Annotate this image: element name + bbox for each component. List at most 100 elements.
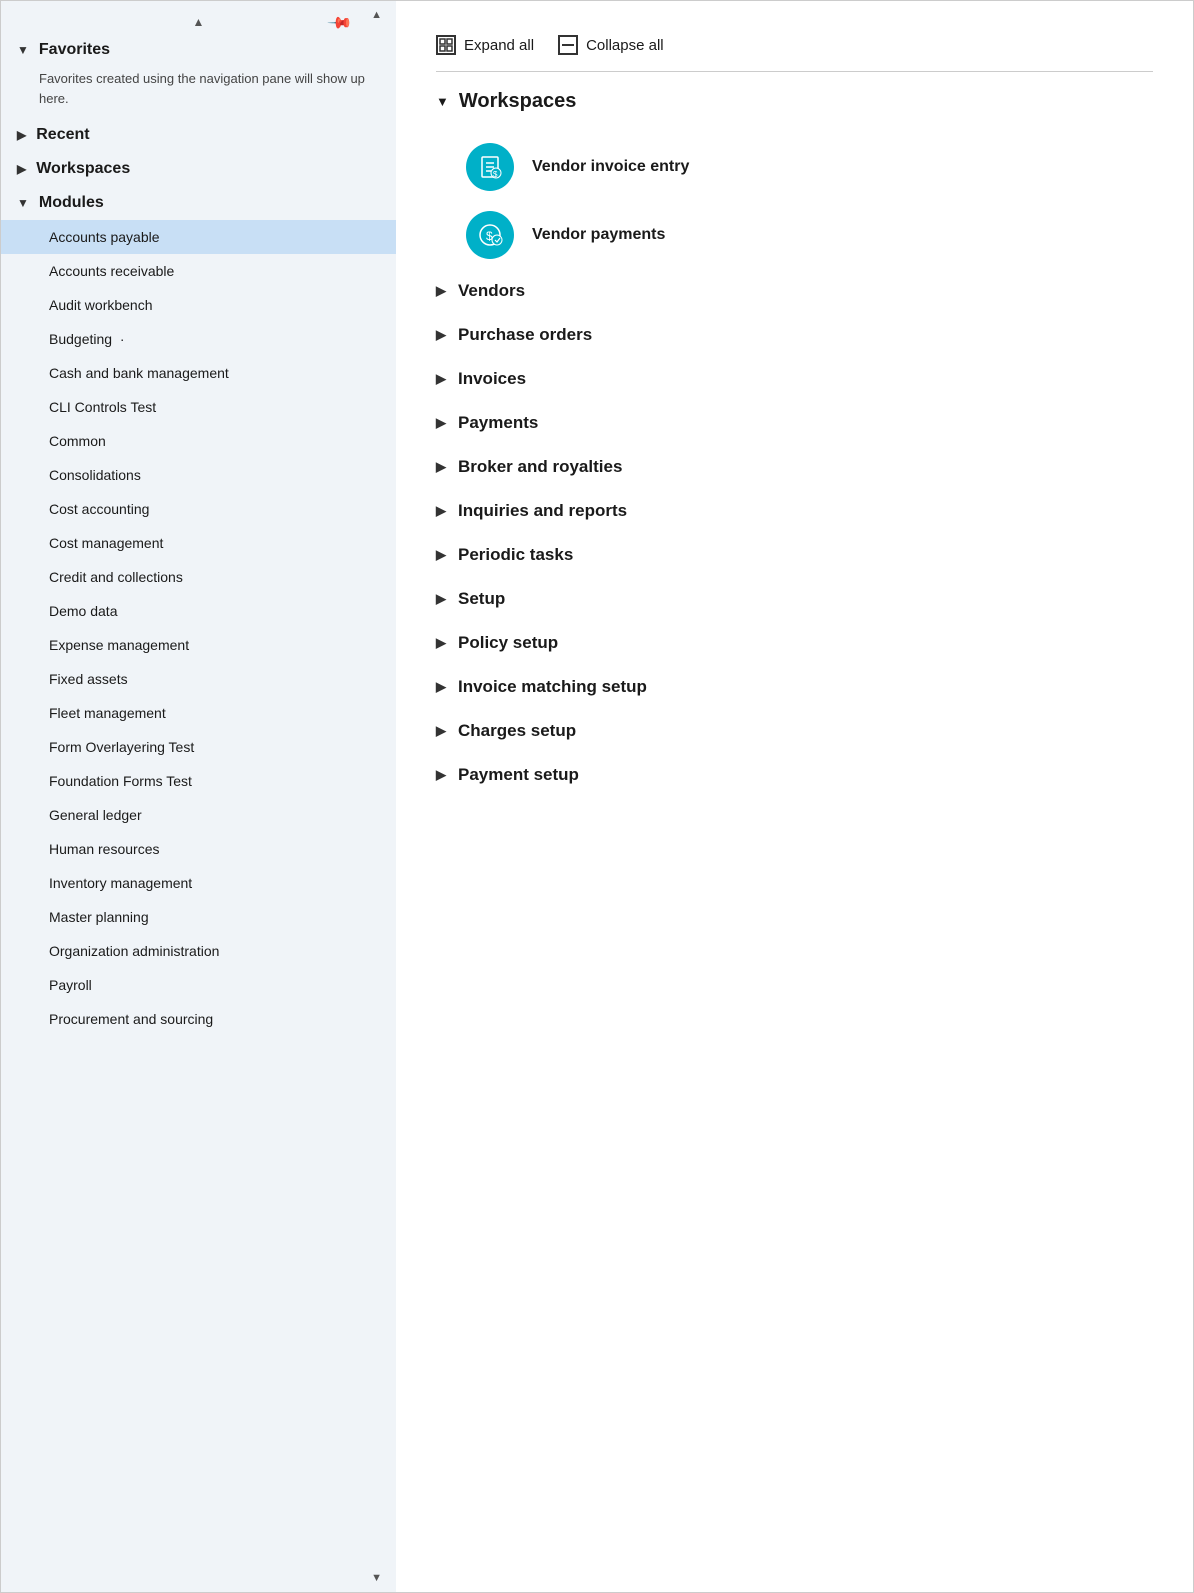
broker-royalties-arrow: ▶ [436,459,446,475]
setup-label: Setup [458,589,505,609]
vendor-invoice-icon: $ [466,143,514,191]
invoice-matching-label: Invoice matching setup [458,677,647,697]
module-item-cli-controls[interactable]: CLI Controls Test [1,390,396,424]
payment-setup-arrow: ▶ [436,767,446,783]
payments-label: Payments [458,413,538,433]
inquiries-reports-label: Inquiries and reports [458,501,627,521]
workspaces-right-title[interactable]: ▼ Workspaces [436,90,1153,113]
module-item-audit-workbench[interactable]: Audit workbench [1,288,396,322]
right-nav-periodic-tasks[interactable]: ▶ Periodic tasks [436,533,1153,577]
collapse-all-icon [558,35,578,55]
expand-all-button[interactable]: Expand all [436,31,534,59]
favorites-section: ▼ Favorites Favorites created using the … [1,33,396,118]
right-nav-broker-royalties[interactable]: ▶ Broker and royalties [436,445,1153,489]
module-item-accounts-receivable[interactable]: Accounts receivable [1,254,396,288]
recent-section: ▶ Recent [1,118,396,152]
module-item-cost-management[interactable]: Cost management [1,526,396,560]
right-nav-items: ▶ Vendors ▶ Purchase orders ▶ Invoices ▶… [436,269,1153,797]
scrollbar-down-arrow[interactable]: ▼ [371,1572,382,1584]
module-item-accounts-payable[interactable]: Accounts payable [1,220,396,254]
recent-arrow: ▶ [17,128,26,142]
right-nav-policy-setup[interactable]: ▶ Policy setup [436,621,1153,665]
right-nav-inquiries-reports[interactable]: ▶ Inquiries and reports [436,489,1153,533]
workspaces-label: Workspaces [36,160,130,178]
module-item-form-overlayering[interactable]: Form Overlayering Test [1,730,396,764]
invoice-matching-arrow: ▶ [436,679,446,695]
module-item-inventory-management[interactable]: Inventory management [1,866,396,900]
workspaces-right-label: Workspaces [459,90,576,113]
right-nav-setup[interactable]: ▶ Setup [436,577,1153,621]
modules-section: ▼ Modules Accounts payable Accounts rece… [1,186,396,1036]
workspaces-arrow: ▶ [17,162,26,176]
module-item-demo-data[interactable]: Demo data [1,594,396,628]
expand-all-icon [436,35,456,55]
right-nav-charges-setup[interactable]: ▶ Charges setup [436,709,1153,753]
module-item-foundation-forms[interactable]: Foundation Forms Test [1,764,396,798]
toolbar: Expand all Collapse all [436,31,1153,72]
favorites-description: Favorites created using the navigation p… [1,67,396,118]
module-item-fixed-assets[interactable]: Fixed assets [1,662,396,696]
modules-arrow: ▼ [17,196,29,210]
broker-royalties-label: Broker and royalties [458,457,622,477]
modules-header[interactable]: ▼ Modules [1,186,396,220]
right-nav-invoice-matching[interactable]: ▶ Invoice matching setup [436,665,1153,709]
workspaces-right-arrow: ▼ [436,94,449,109]
module-item-common[interactable]: Common [1,424,396,458]
module-item-org-admin[interactable]: Organization administration [1,934,396,968]
module-item-payroll[interactable]: Payroll [1,968,396,1002]
vendor-payments-icon: $ [466,211,514,259]
payment-setup-label: Payment setup [458,765,579,785]
left-scroll-area[interactable]: ▲ ▼ Favorites Favorites created using th… [1,1,396,1592]
right-nav-payments[interactable]: ▶ Payments [436,401,1153,445]
module-item-credit-collections[interactable]: Credit and collections [1,560,396,594]
policy-setup-label: Policy setup [458,633,558,653]
module-item-procurement-sourcing[interactable]: Procurement and sourcing [1,1002,396,1036]
modules-label: Modules [39,194,104,212]
expand-all-label: Expand all [464,37,534,54]
right-content-panel: Expand all Collapse all ▼ Workspaces [396,1,1193,1592]
scrollbar-up-arrow[interactable]: ▲ [371,9,382,21]
module-item-fleet-management[interactable]: Fleet management [1,696,396,730]
right-nav-purchase-orders[interactable]: ▶ Purchase orders [436,313,1153,357]
svg-text:$: $ [493,170,498,179]
workspaces-section: ▶ Workspaces [1,152,396,186]
charges-setup-label: Charges setup [458,721,576,741]
workspace-item-vendor-invoice[interactable]: $ Vendor invoice entry [436,133,1153,201]
left-navigation-panel: ▲ ▼ Favorites Favorites created using th… [1,1,396,1592]
favorites-arrow: ▼ [17,43,29,57]
purchase-orders-label: Purchase orders [458,325,592,345]
purchase-orders-arrow: ▶ [436,327,446,343]
vendor-invoice-label: Vendor invoice entry [532,158,689,176]
periodic-tasks-arrow: ▶ [436,547,446,563]
module-item-budgeting[interactable]: Budgeting · [1,322,396,356]
workspace-item-vendor-payments[interactable]: $ Vendor payments [436,201,1153,269]
charges-setup-arrow: ▶ [436,723,446,739]
modules-items-list: Accounts payable Accounts receivable Aud… [1,220,396,1036]
collapse-all-button[interactable]: Collapse all [558,31,664,59]
favorites-label: Favorites [39,41,110,59]
collapse-all-label: Collapse all [586,37,664,54]
periodic-tasks-label: Periodic tasks [458,545,573,565]
invoices-arrow: ▶ [436,371,446,387]
module-item-master-planning[interactable]: Master planning [1,900,396,934]
favorites-header[interactable]: ▼ Favorites [1,33,396,67]
recent-header[interactable]: ▶ Recent [1,118,396,152]
invoices-label: Invoices [458,369,526,389]
module-item-expense-management[interactable]: Expense management [1,628,396,662]
right-nav-vendors[interactable]: ▶ Vendors [436,269,1153,313]
workspaces-header[interactable]: ▶ Workspaces [1,152,396,186]
module-item-general-ledger[interactable]: General ledger [1,798,396,832]
right-nav-invoices[interactable]: ▶ Invoices [436,357,1153,401]
inquiries-reports-arrow: ▶ [436,503,446,519]
module-item-consolidations[interactable]: Consolidations [1,458,396,492]
recent-label: Recent [36,126,89,144]
setup-arrow: ▶ [436,591,446,607]
module-item-human-resources[interactable]: Human resources [1,832,396,866]
module-item-cost-accounting[interactable]: Cost accounting [1,492,396,526]
module-item-cash-bank[interactable]: Cash and bank management [1,356,396,390]
right-nav-payment-setup[interactable]: ▶ Payment setup [436,753,1153,797]
policy-setup-arrow: ▶ [436,635,446,651]
vendor-payments-label: Vendor payments [532,226,665,244]
vendors-label: Vendors [458,281,525,301]
workspaces-right-section: ▼ Workspaces $ Vendor invoice entry [436,90,1153,269]
